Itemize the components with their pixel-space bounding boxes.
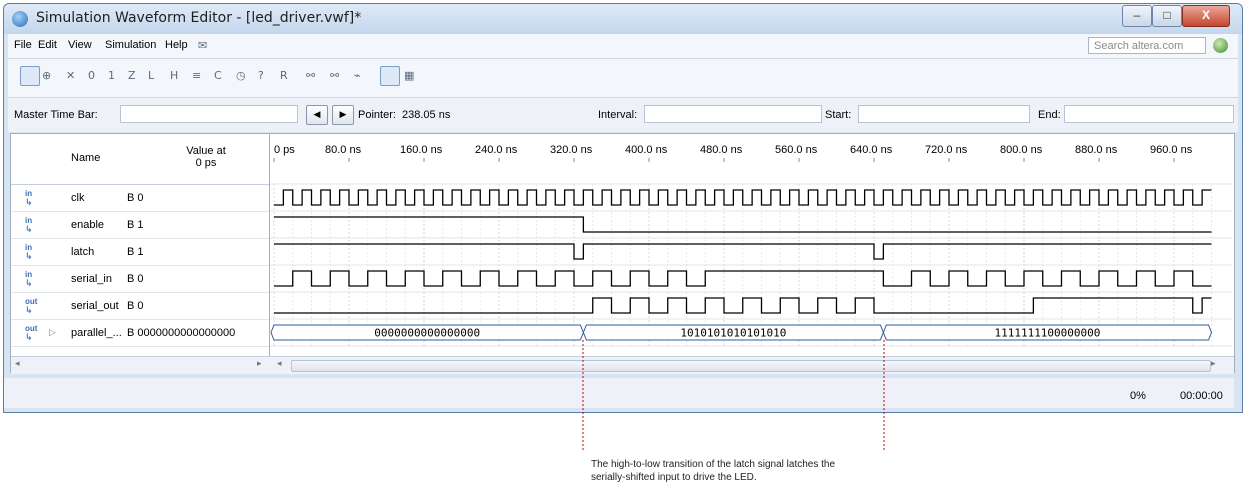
annotation-text: The high-to-low transition of the latch … [591, 458, 835, 484]
annotation-lines [582, 340, 885, 452]
annotation-line1: The high-to-low transition of the latch … [591, 459, 836, 470]
annotation-line2: serially-shifted input to drive the LED. [591, 472, 757, 483]
